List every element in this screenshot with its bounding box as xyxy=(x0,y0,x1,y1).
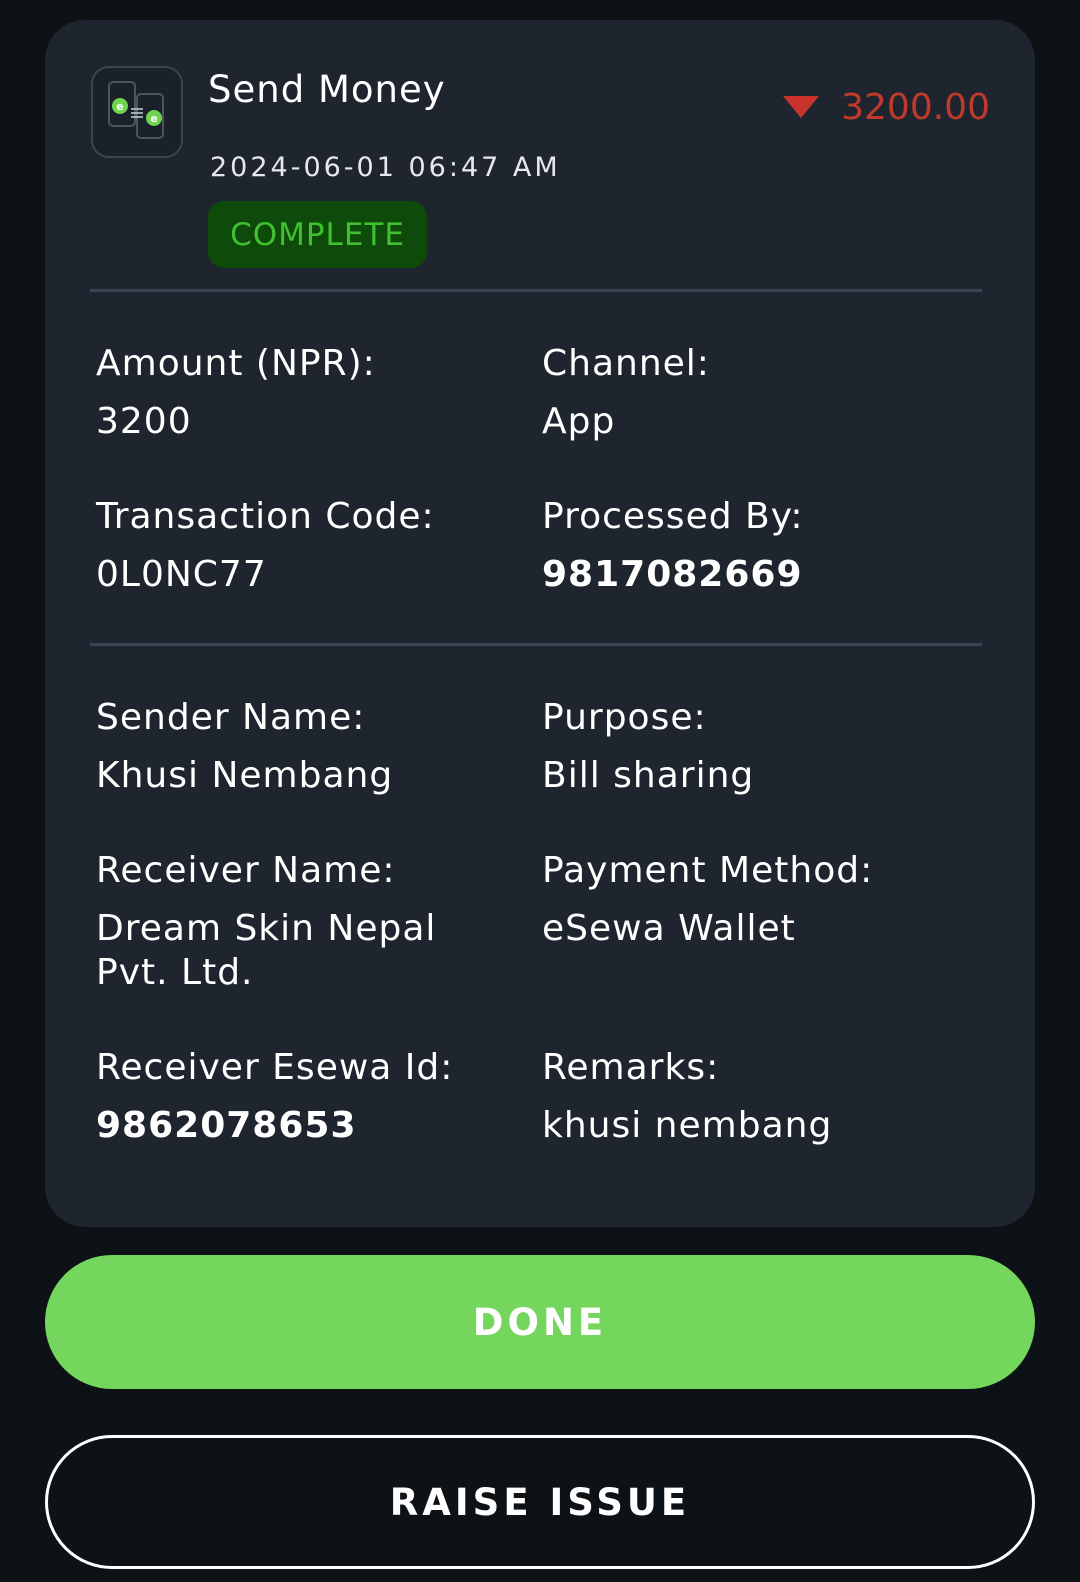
receiver-name-value: Dream Skin Nepal Pvt. Ltd. xyxy=(96,908,437,993)
remarks-label: Remarks: xyxy=(542,1047,720,1088)
channel-label: Channel: xyxy=(542,343,710,384)
payment-method-label: Payment Method: xyxy=(542,850,874,891)
receiver-name-label: Receiver Name: xyxy=(96,850,396,891)
receiver-esewa-id-label: Receiver Esewa Id: xyxy=(96,1047,454,1088)
receiver-esewa-id-value: 9862078653 xyxy=(96,1105,357,1146)
amount-value: 3200 xyxy=(96,401,192,442)
transaction-code-label: Transaction Code: xyxy=(96,496,435,537)
transaction-card: e e Send Money 3200.00 2024-06-01 06:47 … xyxy=(45,20,1035,1227)
transaction-title: Send Money xyxy=(208,68,446,111)
processed-by-label: Processed By: xyxy=(542,496,804,537)
divider xyxy=(90,289,982,292)
purpose-value: Bill sharing xyxy=(542,755,755,796)
transaction-amount: 3200.00 xyxy=(841,86,990,128)
sender-name-label: Sender Name: xyxy=(96,697,366,738)
purpose-label: Purpose: xyxy=(542,697,707,738)
svg-text:e: e xyxy=(116,100,123,113)
payment-method-value: eSewa Wallet xyxy=(542,908,796,949)
caret-down-icon xyxy=(783,96,820,118)
transaction-amount-group: 3200.00 xyxy=(783,85,990,129)
divider xyxy=(90,643,982,646)
transaction-code-value: 0L0NC77 xyxy=(96,554,267,595)
channel-value: App xyxy=(542,401,616,442)
remarks-value: khusi nembang xyxy=(542,1105,833,1146)
sender-name-value: Khusi Nembang xyxy=(96,755,394,796)
raise-issue-button[interactable]: RAISE ISSUE xyxy=(45,1435,1035,1569)
processed-by-value: 9817082669 xyxy=(542,554,803,595)
amount-label: Amount (NPR): xyxy=(96,343,376,384)
send-money-icon: e e xyxy=(91,66,183,158)
svg-text:e: e xyxy=(150,112,157,125)
status-badge: COMPLETE xyxy=(208,201,427,268)
transaction-datetime: 2024-06-01 06:47 AM xyxy=(210,152,561,183)
done-button[interactable]: DONE xyxy=(45,1255,1035,1389)
